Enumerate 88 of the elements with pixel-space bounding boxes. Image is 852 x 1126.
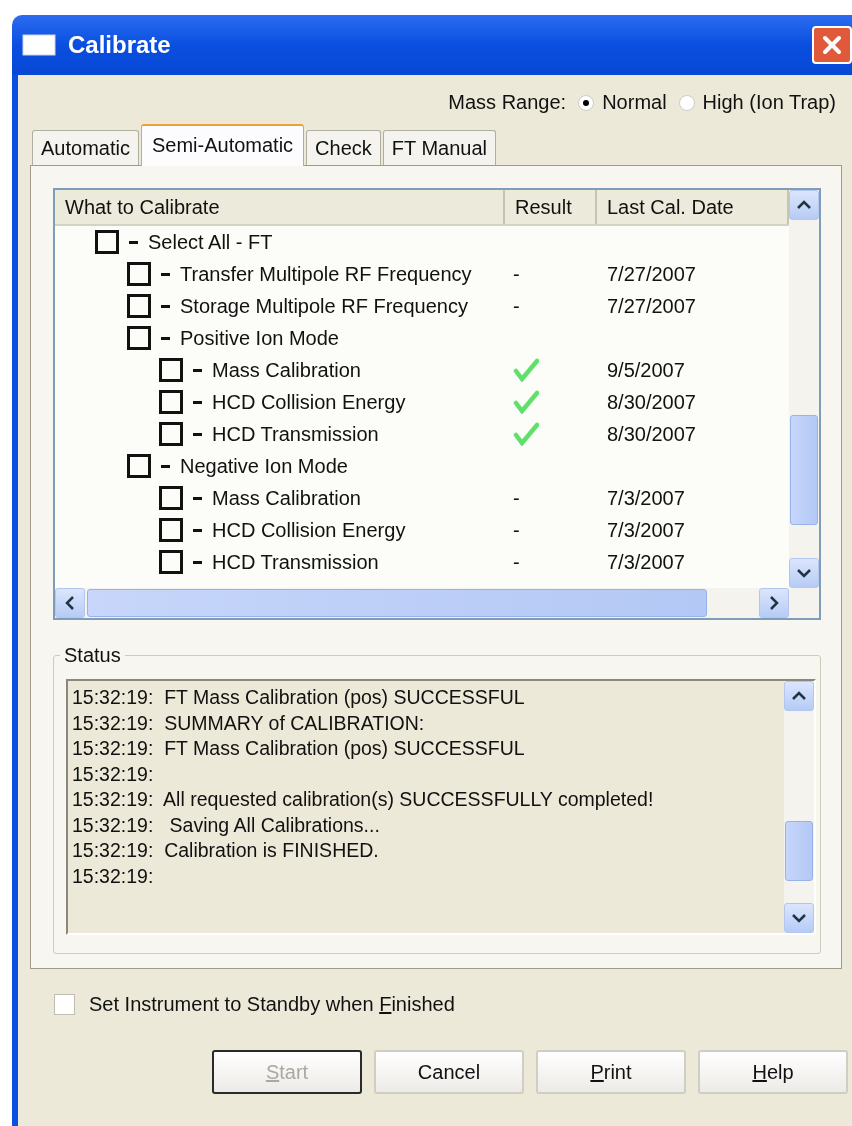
scroll-up-button[interactable] bbox=[789, 190, 819, 220]
window-title: Calibrate bbox=[68, 31, 171, 59]
dialog-button[interactable]: Cancel bbox=[374, 1050, 524, 1094]
item-label: Storage Multipole RF Frequency bbox=[180, 294, 468, 318]
date-text: 8/30/2007 bbox=[607, 390, 696, 413]
checkbox[interactable] bbox=[127, 262, 151, 286]
date-text: 9/5/2007 bbox=[607, 358, 685, 381]
scroll-thumb[interactable] bbox=[87, 589, 707, 617]
window-icon bbox=[22, 34, 56, 56]
close-button[interactable] bbox=[812, 26, 852, 64]
log-line: 15:32:19: Calibration is FINISHED. bbox=[72, 838, 380, 863]
caret-up-icon bbox=[796, 200, 812, 210]
tree-connector bbox=[193, 368, 202, 372]
checkbox[interactable] bbox=[127, 326, 151, 350]
log-line: 15:32:19: All requested calibration(s) SUCCESSFULLY completed! bbox=[72, 787, 655, 812]
item-label: HCD Transmission bbox=[212, 422, 379, 446]
scroll-down-button[interactable] bbox=[784, 903, 814, 933]
checkbox[interactable] bbox=[159, 358, 183, 382]
tab[interactable]: Check bbox=[306, 130, 381, 165]
result-text: - bbox=[513, 262, 520, 286]
tree-connector bbox=[129, 240, 138, 244]
mass-range-label: Mass Range: bbox=[448, 91, 567, 114]
vertical-scrollbar[interactable] bbox=[789, 190, 819, 588]
log-line: 15:32:19: FT Mass Calibration (pos) SUCCESSFUL bbox=[72, 736, 526, 761]
standby-checkbox[interactable]: Set Instrument to Standby when Finished bbox=[54, 993, 852, 1016]
scroll-down-button[interactable] bbox=[789, 558, 819, 588]
group-title: Status bbox=[63, 644, 122, 667]
tab[interactable]: FT Manual bbox=[382, 130, 497, 165]
checkbox[interactable] bbox=[159, 422, 183, 446]
tree-connector bbox=[193, 528, 202, 532]
scroll-thumb[interactable] bbox=[790, 415, 818, 525]
horizontal-scrollbar[interactable] bbox=[55, 588, 819, 618]
item-label: Mass Calibration bbox=[212, 486, 361, 510]
date-text: 7/3/2007 bbox=[607, 518, 685, 541]
checkbox[interactable] bbox=[95, 230, 119, 254]
dialog-button[interactable]: Print bbox=[536, 1050, 686, 1094]
caret-right-icon bbox=[769, 595, 779, 611]
log-line: 15:32:19: bbox=[72, 863, 155, 889]
scroll-thumb[interactable] bbox=[785, 821, 813, 881]
tab[interactable]: Semi-Automatic bbox=[140, 124, 305, 166]
tree-connector bbox=[161, 304, 170, 308]
radio-option[interactable]: High (Ion Trap) bbox=[678, 91, 836, 114]
scroll-up-button[interactable] bbox=[784, 681, 814, 711]
caret-down-icon bbox=[796, 568, 812, 578]
item-label: Positive Ion Mode bbox=[180, 326, 339, 350]
checkbox[interactable] bbox=[127, 454, 151, 478]
result-text: - bbox=[513, 550, 520, 574]
tree-connector bbox=[193, 496, 202, 500]
item-label: Negative Ion Mode bbox=[180, 454, 348, 478]
checkbox[interactable] bbox=[159, 390, 183, 414]
tree-connector bbox=[161, 336, 170, 340]
checkbox[interactable] bbox=[159, 486, 183, 510]
log-line: 15:32:19: bbox=[72, 761, 155, 787]
item-label: Transfer Multipole RF Frequency bbox=[180, 262, 472, 286]
column-header[interactable]: Result bbox=[505, 190, 597, 224]
radio-option[interactable]: Normal bbox=[578, 91, 667, 114]
log-line: 15:32:19: SUMMARY of CALIBRATION: bbox=[72, 710, 426, 736]
result-text: - bbox=[513, 486, 520, 510]
column-header[interactable]: What to Calibrate bbox=[55, 190, 505, 224]
tree-connector bbox=[161, 464, 170, 468]
caret-down-icon bbox=[791, 913, 807, 923]
date-text: 7/3/2007 bbox=[607, 550, 685, 573]
item-label: Mass Calibration bbox=[212, 358, 361, 382]
caret-up-icon bbox=[791, 691, 807, 701]
log-line: 15:32:19: FT Mass Calibration (pos) SUCCESSFUL bbox=[72, 685, 526, 710]
tree-connector bbox=[193, 400, 202, 404]
item-label: HCD Collision Energy bbox=[212, 390, 406, 414]
checkbox[interactable] bbox=[127, 294, 151, 318]
dialog-button[interactable]: Help bbox=[698, 1050, 848, 1094]
result-text: - bbox=[513, 518, 520, 542]
item-label: Select All - FT bbox=[148, 230, 273, 254]
log-line: 15:32:19: Saving All Calibrations... bbox=[72, 812, 381, 838]
checkbox[interactable] bbox=[159, 518, 183, 542]
date-text: 7/3/2007 bbox=[607, 486, 685, 509]
tab[interactable]: Automatic bbox=[32, 130, 139, 165]
tree-connector bbox=[193, 560, 202, 564]
caret-left-icon bbox=[65, 595, 75, 611]
tree-connector bbox=[193, 432, 202, 436]
scroll-left-button[interactable] bbox=[55, 588, 85, 618]
tree-connector bbox=[161, 272, 170, 276]
scroll-right-button[interactable] bbox=[759, 588, 789, 618]
checkbox[interactable] bbox=[159, 550, 183, 574]
date-text: 7/27/2007 bbox=[607, 262, 696, 285]
item-label: HCD Transmission bbox=[212, 550, 379, 574]
date-text: 8/30/2007 bbox=[607, 422, 696, 445]
item-label: HCD Collision Energy bbox=[212, 518, 406, 542]
date-text: 7/27/2007 bbox=[607, 294, 696, 317]
result-text: - bbox=[513, 294, 520, 318]
